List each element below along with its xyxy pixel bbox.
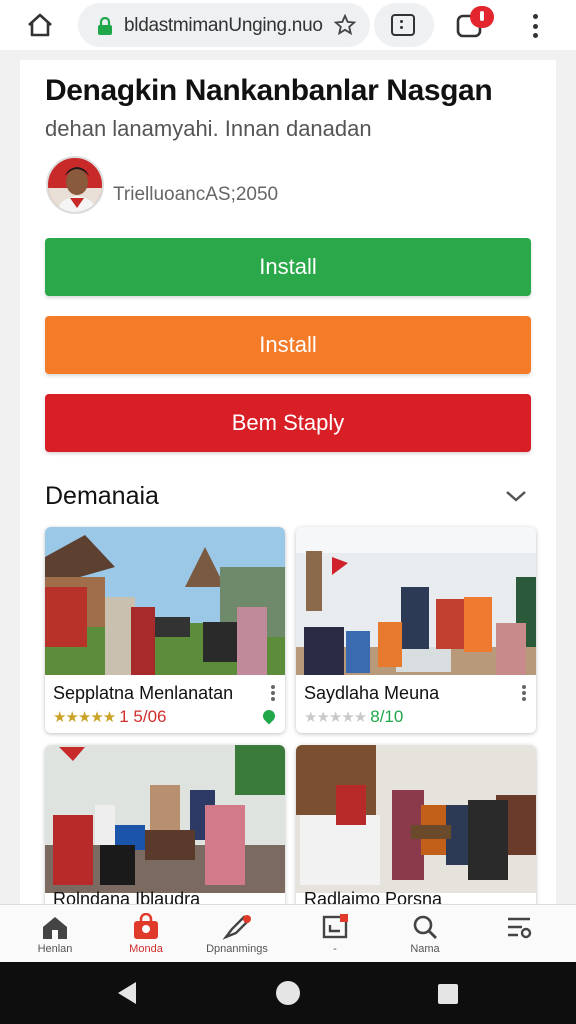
card-rating: ★★★★★ 1 5/06 — [53, 707, 167, 727]
nav-label: Nama — [410, 943, 440, 955]
card-title: Saydlaha Meuna — [304, 683, 440, 703]
search-icon — [413, 915, 437, 939]
url-text: bldastmimanUnging.nuo — [124, 15, 323, 36]
nav-label: - — [333, 943, 337, 955]
rating-value: 8/10 — [370, 707, 404, 726]
card-image — [296, 745, 536, 893]
chevron-down-icon[interactable] — [504, 488, 528, 504]
home-outline-icon[interactable] — [24, 10, 56, 40]
system-navigation-bar — [0, 962, 576, 1024]
back-triangle-icon[interactable] — [118, 982, 136, 1004]
notification-badge — [470, 6, 494, 28]
more-vert-icon[interactable] — [526, 12, 544, 40]
nav-item-settings[interactable] — [474, 905, 564, 963]
install-button-primary[interactable]: Install — [45, 238, 531, 296]
address-bar[interactable]: bldastmimanUnging.nuo — [78, 3, 370, 47]
tab-switcher-icon — [391, 14, 415, 36]
rating-value: 1 5/06 — [119, 707, 167, 726]
shopping-bag-icon — [134, 913, 158, 939]
browser-toolbar: bldastmimanUnging.nuo — [0, 0, 576, 50]
star-rating-icon: ★★★★★ — [53, 709, 116, 726]
content-card[interactable]: Sepplatna Menlanatan ★★★★★ 1 5/06 — [45, 527, 285, 733]
card-image — [296, 527, 536, 675]
tab-switcher-button[interactable] — [374, 3, 434, 47]
card-image — [45, 527, 285, 675]
author-name: TrielluoancAS;2050 — [113, 184, 279, 205]
more-options-icon[interactable] — [271, 685, 275, 701]
settings-list-icon — [508, 917, 532, 939]
card-rating: ★★★★★ 8/10 — [304, 707, 404, 726]
rocket-icon — [222, 915, 251, 940]
page-title: Denagkin Nankanbanlar Nasgan — [45, 74, 493, 107]
nav-label: Dpnanmings — [206, 943, 268, 955]
section-title: Demanaia — [45, 482, 159, 510]
recent-square-icon[interactable] — [438, 984, 458, 1004]
nav-item-inbox[interactable]: - — [290, 905, 380, 963]
lock-icon — [98, 17, 112, 35]
inbox-icon — [322, 914, 348, 939]
avatar[interactable] — [46, 156, 104, 214]
home-circle-icon[interactable] — [276, 981, 300, 1005]
nav-item-promotions[interactable]: Dpnanmings — [192, 905, 282, 963]
more-options-icon[interactable] — [522, 685, 526, 701]
content-card[interactable]: Rolndana Iblaudra — [45, 745, 285, 906]
content-card[interactable]: Radlaimo Porsna — [296, 745, 536, 906]
nav-label: Monda — [129, 943, 163, 955]
card-title: Sepplatna Menlanatan — [53, 683, 234, 703]
star-outline-icon[interactable] — [334, 14, 356, 36]
install-button-secondary[interactable]: Install — [45, 316, 531, 374]
page-content: Denagkin Nankanbanlar Nasgan dehan lanam… — [20, 60, 556, 906]
card-image — [45, 745, 285, 893]
nav-item-search[interactable]: Nama — [380, 905, 470, 963]
nav-item-home[interactable]: Henlan — [10, 905, 100, 963]
nav-item-shop[interactable]: Monda — [101, 905, 191, 963]
page-subtitle: dehan lanamyahi. Innan danadan — [45, 116, 372, 141]
location-pin-icon — [260, 707, 278, 725]
home-icon — [43, 917, 67, 939]
bottom-navigation: Henlan Monda Dpnanmings - Nama — [0, 904, 576, 962]
star-rating-icon: ★ — [304, 709, 317, 726]
red-action-button[interactable]: Bem Staply — [45, 394, 531, 452]
nav-label: Henlan — [37, 943, 73, 955]
content-card[interactable]: Saydlaha Meuna ★★★★★ 8/10 — [296, 527, 536, 733]
